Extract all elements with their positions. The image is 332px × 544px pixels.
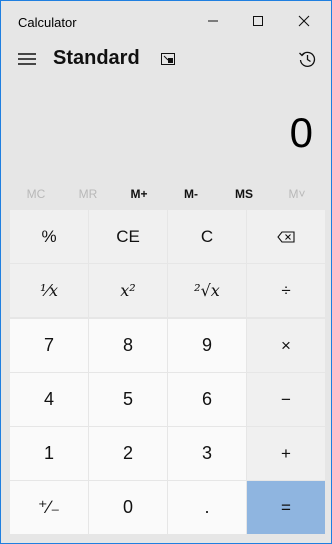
clear-button[interactable]: C (168, 210, 246, 263)
memory-row: MC MR M+ M- MS M˅ (1, 180, 331, 208)
memory-subtract-button[interactable]: M- (165, 180, 217, 208)
navigation-menu-button[interactable] (11, 43, 43, 75)
memory-store-button[interactable]: MS (218, 180, 270, 208)
digit-3-button[interactable]: 3 (168, 427, 246, 480)
minimize-button[interactable] (190, 1, 236, 41)
minimize-icon (207, 15, 219, 27)
maximize-icon (252, 15, 264, 27)
digit-0-button[interactable]: 0 (89, 481, 167, 534)
memory-recall-button[interactable]: MR (62, 180, 114, 208)
reciprocal-button[interactable]: ¹⁄x (10, 264, 88, 317)
history-button[interactable] (291, 43, 323, 75)
keep-on-top-icon (160, 52, 176, 66)
square-label: x² (120, 281, 136, 300)
app-title: Calculator (18, 15, 77, 30)
digit-1-button[interactable]: 1 (10, 427, 88, 480)
close-button[interactable] (281, 1, 327, 41)
subtract-button[interactable]: − (247, 373, 325, 426)
reciprocal-label: ¹⁄x (39, 281, 59, 300)
digit-4-button[interactable]: 4 (10, 373, 88, 426)
percent-button[interactable]: % (10, 210, 88, 263)
add-button[interactable]: + (247, 427, 325, 480)
digit-9-button[interactable]: 9 (168, 319, 246, 372)
mode-title: Standard (53, 47, 140, 69)
calculator-window: Calculator Standard 0 MC MR M+ M- MS M˅ … (0, 0, 332, 544)
keep-on-top-button[interactable] (153, 43, 183, 75)
display-value: 0 (289, 109, 313, 156)
multiply-button[interactable]: × (247, 319, 325, 372)
digit-5-button[interactable]: 5 (89, 373, 167, 426)
square-root-label: ²√x (194, 281, 220, 300)
maximize-button[interactable] (235, 1, 281, 41)
backspace-button[interactable] (247, 210, 325, 263)
digit-6-button[interactable]: 6 (168, 373, 246, 426)
clear-entry-button[interactable]: CE (89, 210, 167, 263)
close-icon (298, 15, 310, 27)
title-bar: Calculator (1, 1, 331, 41)
header: Standard (1, 41, 331, 77)
equals-button[interactable]: = (247, 481, 325, 534)
backspace-icon (277, 230, 295, 243)
negate-button[interactable]: ⁺∕₋ (10, 481, 88, 534)
memory-clear-button[interactable]: MC (10, 180, 62, 208)
square-button[interactable]: x² (89, 264, 167, 317)
digit-2-button[interactable]: 2 (89, 427, 167, 480)
digit-7-button[interactable]: 7 (10, 319, 88, 372)
history-icon (298, 50, 316, 68)
divide-button[interactable]: ÷ (247, 264, 325, 317)
hamburger-icon (18, 52, 36, 66)
memory-add-button[interactable]: M+ (113, 180, 165, 208)
digit-8-button[interactable]: 8 (89, 319, 167, 372)
memory-list-button[interactable]: M˅ (271, 180, 323, 208)
decimal-button[interactable]: . (168, 481, 246, 534)
square-root-button[interactable]: ²√x (168, 264, 246, 317)
